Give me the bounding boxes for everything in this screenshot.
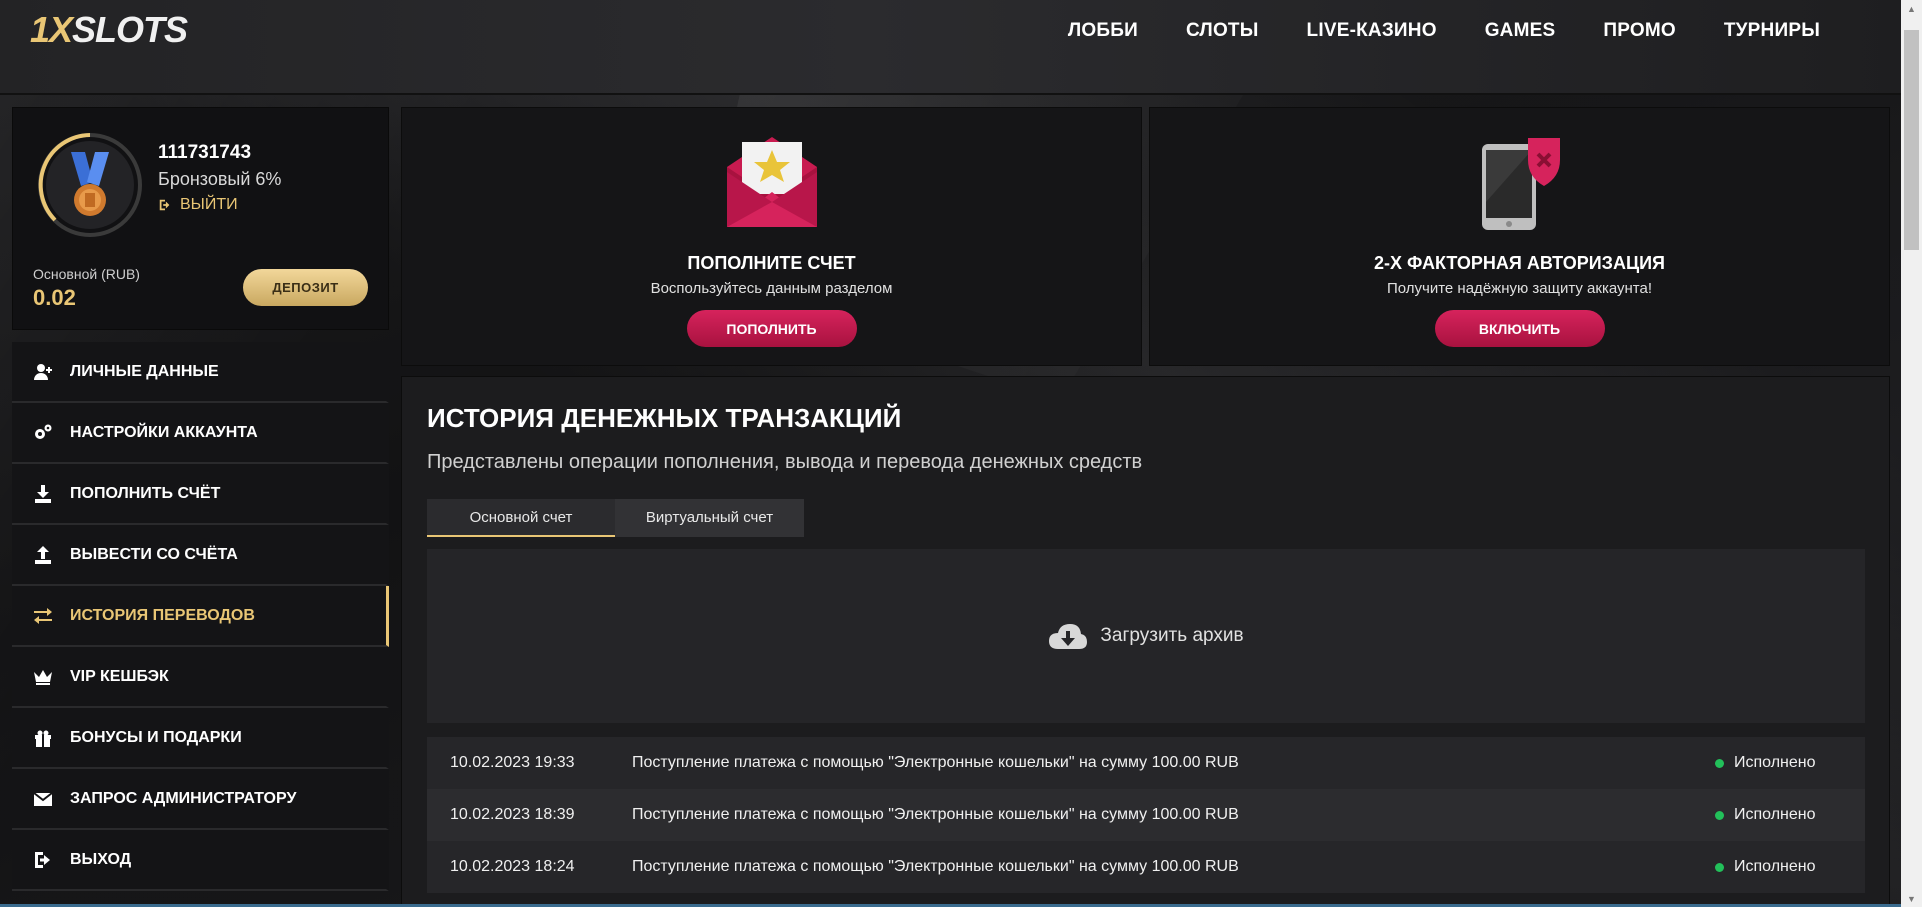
transaction-description: Поступление платежа с помощью "Электронн… [632,754,1239,771]
scroll-down-icon[interactable]: ▼ [1901,890,1922,907]
table-row[interactable]: 10.02.2023 18:24 Поступление платежа с п… [427,841,1865,893]
nav-slots[interactable]: СЛОТЫ [1162,0,1283,62]
history-subtitle: Представлены операции пополнения, вывода… [427,451,1143,473]
menu-label: ПОПОЛНИТЬ СЧЁТ [70,484,221,502]
status-badge: Исполнено [1715,806,1865,824]
menu-transfer-history[interactable]: ИСТОРИЯ ПЕРЕВОДОВ [12,586,389,647]
menu-label: БОНУСЫ И ПОДАРКИ [70,728,242,746]
logo-suffix: SLOTS [72,9,188,50]
nav-tournaments[interactable]: ТУРНИРЫ [1700,0,1844,62]
twofa-promo-card: 2-Х ФАКТОРНАЯ АВТОРИЗАЦИЯ Получите надёж… [1149,107,1890,366]
deposit-card-subtitle: Воспользуйтесь данным разделом [650,280,893,297]
main-nav: ЛОББИ СЛОТЫ LIVE-КАЗИНО GAMES ПРОМО ТУРН… [1044,0,1844,62]
menu-label: VIP КЕШБЭК [70,667,169,685]
status-dot [1715,862,1724,872]
transaction-description: Поступление платежа с помощью "Электронн… [632,858,1239,875]
status-text: Исполнено [1734,754,1816,771]
history-title: ИСТОРИЯ ДЕНЕЖНЫХ ТРАНЗАКЦИЙ [427,403,902,433]
logout-label: ВЫЙТИ [180,196,238,213]
user-level: Бронзовый 6% [158,169,282,189]
table-row[interactable]: 10.02.2023 19:33 Поступление платежа с п… [427,737,1865,789]
menu-withdraw[interactable]: ВЫВЕСТИ СО СЧЁТА [12,525,389,586]
crown-icon [32,666,54,688]
menu-exit[interactable]: ВЫХОД [12,830,389,891]
twofa-card-title: 2-Х ФАКТОРНАЯ АВТОРИЗАЦИЯ [1374,253,1665,273]
user-id: 111731743 [158,142,252,163]
menu-label: ЗАПРОС АДМИНИСТРАТОРУ [70,789,297,807]
scroll-up-icon[interactable]: ▲ [1901,0,1922,17]
table-row[interactable]: 10.02.2023 18:39 Поступление платежа с п… [427,789,1865,841]
menu-label: ВЫВЕСТИ СО СЧЁТА [70,545,238,563]
balance-value: 0.02 [33,285,76,310]
scroll-thumb[interactable] [1904,30,1919,250]
phone-shield-icon [1481,138,1560,230]
transactions-list: 10.02.2023 19:33 Поступление платежа с п… [427,737,1865,893]
archive-label: Загрузить архив [1100,625,1244,646]
status-badge: Исполнено [1715,858,1865,876]
menu-personal-data[interactable]: ЛИЧНЫЕ ДАННЫЕ [12,342,389,403]
status-dot [1715,810,1724,820]
tab-virtual-account[interactable]: Виртуальный счет [615,499,804,537]
status-badge: Исполнено [1715,754,1865,772]
enable-2fa-button[interactable]: ВКЛЮЧИТЬ [1434,310,1605,347]
profile-card: 111731743 Бронзовый 6% ВЫЙТИ Основной (R… [12,107,389,330]
menu-vip-cashback[interactable]: VIP КЕШБЭК [12,647,389,708]
gears-icon [32,422,54,444]
deposit-button[interactable]: ДЕПОЗИТ [243,269,368,306]
nav-live-casino[interactable]: LIVE-КАЗИНО [1283,0,1461,62]
logo-prefix: 1X [30,9,73,50]
transaction-date: 10.02.2023 18:39 [450,806,575,823]
status-text: Исполнено [1734,806,1816,823]
logout-icon [159,199,170,211]
menu-account-settings[interactable]: НАСТРОЙКИ АККАУНТА [12,403,389,464]
deposit-card-title: ПОПОЛНИТЕ СЧЕТ [687,253,856,273]
logo[interactable]: 1XSLOTS [30,9,188,50]
download-icon [32,483,54,505]
status-dot [1715,758,1724,768]
header: 1XSLOTS ЛОББИ СЛОТЫ LIVE-КАЗИНО GAMES ПР… [0,0,1922,95]
user-add-icon [32,361,54,383]
gift-icon [32,727,54,749]
twofa-card-subtitle: Получите надёжную защиту аккаунта! [1386,280,1653,297]
envelope-star-icon [726,137,817,227]
transfer-arrows-icon [32,605,54,627]
logout-icon [32,849,54,871]
transaction-description: Поступление платежа с помощью "Электронн… [632,806,1239,823]
menu-label: ВЫХОД [70,850,132,868]
logout-link[interactable]: ВЫЙТИ [158,196,238,214]
menu-label: НАСТРОЙКИ АККАУНТА [70,423,258,441]
transaction-history-panel: ИСТОРИЯ ДЕНЕЖНЫХ ТРАНЗАКЦИЙ Представлены… [401,376,1890,907]
transaction-date: 10.02.2023 19:33 [450,754,575,771]
nav-games[interactable]: GAMES [1461,0,1580,62]
bronze-medal-icon [38,133,142,237]
upload-icon [32,544,54,566]
menu-label: ЛИЧНЫЕ ДАННЫЕ [70,362,219,380]
tab-main-account[interactable]: Основной счет [427,499,615,537]
app: 1XSLOTS ЛОББИ СЛОТЫ LIVE-КАЗИНО GAMES ПР… [0,0,1922,907]
account-menu: ЛИЧНЫЕ ДАННЫЕ НАСТРОЙКИ АККАУНТА ПОПОЛНИ… [12,342,389,891]
download-archive-button[interactable]: Загрузить архив [427,549,1865,723]
cloud-download-icon [1049,624,1088,649]
top-up-button[interactable]: ПОПОЛНИТЬ [686,310,857,347]
nav-lobby[interactable]: ЛОББИ [1044,0,1162,62]
nav-promo[interactable]: ПРОМО [1579,0,1699,62]
menu-label: ИСТОРИЯ ПЕРЕВОДОВ [70,606,255,624]
balance-label: Основной (RUB) [33,266,140,282]
deposit-promo-card: ПОПОЛНИТЕ СЧЕТ Воспользуйтесь данным раз… [401,107,1142,366]
status-text: Исполнено [1734,858,1816,875]
envelope-icon [32,788,54,810]
account-tabs: Основной счет Виртуальный счет [427,499,804,537]
menu-admin-request[interactable]: ЗАПРОС АДМИНИСТРАТОРУ [12,769,389,830]
sidebar: 111731743 Бронзовый 6% ВЫЙТИ Основной (R… [12,107,389,891]
menu-deposit[interactable]: ПОПОЛНИТЬ СЧЁТ [12,464,389,525]
page-scrollbar[interactable]: ▲ ▼ [1901,0,1922,907]
menu-bonuses[interactable]: БОНУСЫ И ПОДАРКИ [12,708,389,769]
transaction-date: 10.02.2023 18:24 [450,858,575,875]
